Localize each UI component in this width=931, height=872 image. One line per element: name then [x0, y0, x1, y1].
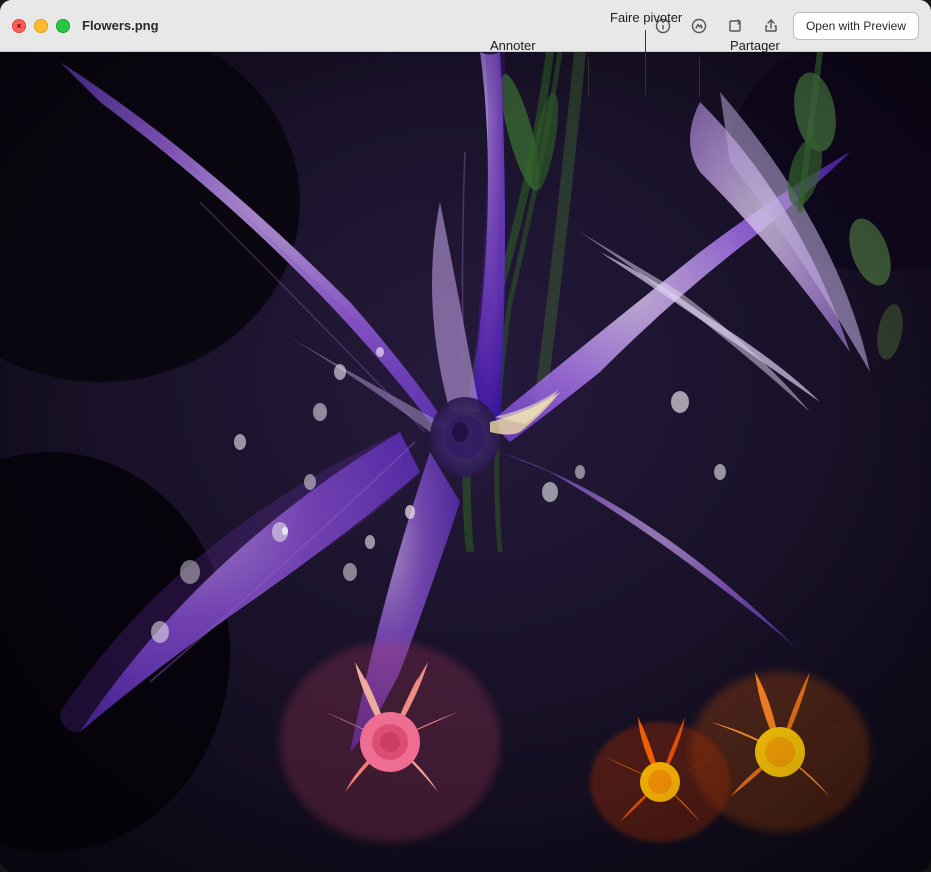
toolbar-buttons: Open with Preview — [649, 12, 919, 40]
close-button[interactable]: × — [12, 19, 26, 33]
maximize-button[interactable] — [56, 19, 70, 33]
titlebar: × Flowers.png — [0, 0, 931, 52]
quick-look-window: Annoter Faire pivoter Partager × Flowers… — [0, 0, 931, 872]
open-with-preview-button[interactable]: Open with Preview — [793, 12, 919, 40]
rotate-button[interactable] — [721, 12, 749, 40]
info-button[interactable] — [649, 12, 677, 40]
flower-image — [0, 52, 931, 872]
window-title: Flowers.png — [82, 18, 649, 33]
share-button[interactable] — [757, 12, 785, 40]
annotate-button[interactable] — [685, 12, 713, 40]
minimize-button[interactable] — [34, 19, 48, 33]
rotate-icon — [727, 18, 743, 34]
close-icon: × — [16, 21, 21, 31]
share-icon — [763, 18, 779, 34]
annotate-icon — [691, 18, 707, 34]
traffic-lights: × — [12, 19, 70, 33]
info-icon — [655, 18, 671, 34]
flower-svg — [0, 52, 931, 872]
image-container — [0, 52, 931, 872]
